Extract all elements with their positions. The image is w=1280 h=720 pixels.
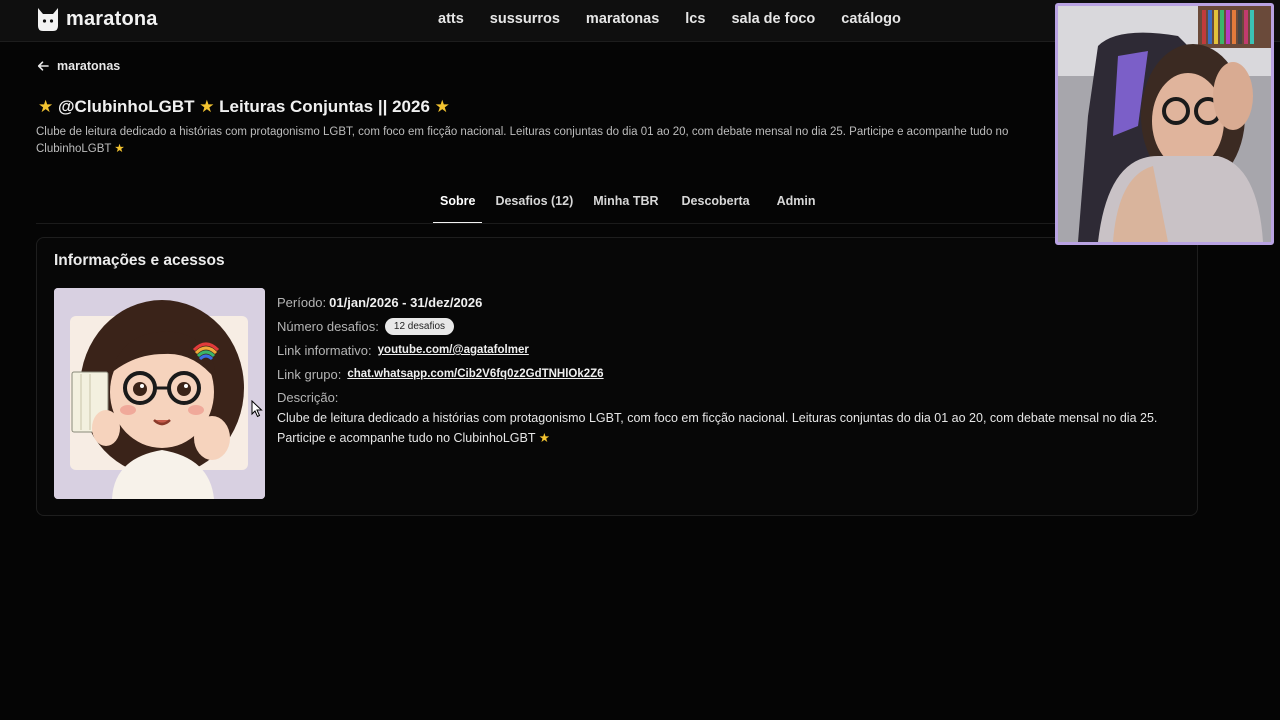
descricao-body: Clube de leitura dedicado a histórias co… [277, 411, 1158, 445]
page-subtitle: Clube de leitura dedicado a histórias co… [36, 126, 1009, 155]
arrow-left-icon [37, 61, 49, 71]
tab-desafios[interactable]: Desafios (12) [495, 194, 573, 224]
nav-item-maratonas[interactable]: maratonas [586, 11, 659, 27]
periodo-row: Período: 01/jan/2026 - 31/dez/2026 [277, 290, 1187, 314]
back-link[interactable]: maratonas [37, 59, 120, 73]
nav-item-sala-de-foco[interactable]: sala de foco [731, 11, 815, 27]
whatsapp-link[interactable]: chat.whatsapp.com/Cib2V6fq0z2GdTNHlOk2Z6 [347, 368, 603, 380]
desafios-row: Número desafios: 12 desafios [277, 314, 1187, 338]
back-link-label: maratonas [57, 59, 121, 73]
cat-logo-icon [38, 8, 58, 31]
tab-admin[interactable]: Admin [777, 194, 816, 224]
page-title-text: @ClubinhoLGBT ★ Leituras Conjuntas || 20… [57, 97, 430, 116]
club-cover-image [54, 288, 265, 499]
star-icon: ★ [38, 97, 54, 116]
logo[interactable]: maratona [36, 6, 158, 32]
page-title: ★ @ClubinhoLGBT ★ Leituras Conjuntas || … [38, 97, 450, 117]
link-info-label: Link informativo: [277, 342, 372, 358]
main-nav: atts sussurros maratonas lcs sala de foc… [438, 11, 927, 27]
nav-item-atts[interactable]: atts [438, 11, 464, 27]
link-info-row: Link informativo: youtube.com/@agatafolm… [277, 338, 1187, 362]
nav-item-lcs[interactable]: lcs [685, 11, 705, 27]
tab-divider [36, 223, 1196, 224]
star-icon: ★ [434, 97, 450, 116]
mouse-cursor-icon [251, 400, 263, 418]
nav-item-catalogo[interactable]: catálogo [841, 11, 901, 27]
info-details: Período: 01/jan/2026 - 31/dez/2026 Númer… [277, 290, 1187, 448]
link-grupo-row: Link grupo: chat.whatsapp.com/Cib2V6fq0z… [277, 362, 1187, 386]
periodo-value: 01/jan/2026 - 31/dez/2026 [329, 294, 483, 310]
info-card: Informações e acessos Período: 01/jan/20… [36, 237, 1198, 516]
tab-minha-tbr[interactable]: Minha TBR [593, 194, 658, 224]
page: maratona atts sussurros maratonas lcs sa… [0, 0, 1280, 720]
tab-descoberta[interactable]: Descoberta [682, 194, 750, 224]
descricao-label: Descrição: [277, 390, 339, 405]
nav-item-sussurros[interactable]: sussurros [490, 11, 560, 27]
youtube-link[interactable]: youtube.com/@agatafolmer [378, 344, 529, 356]
webcam-video [1058, 6, 1271, 242]
card-title: Informações e acessos [54, 252, 225, 269]
periodo-label: Período: [277, 294, 327, 310]
avatar-illustration [54, 288, 265, 499]
webcam-overlay [1055, 3, 1274, 245]
tab-bar: Sobre Desafios (12) Minha TBR Descoberta… [433, 194, 816, 224]
desafios-badge: 12 desafios [384, 317, 455, 335]
tab-sobre[interactable]: Sobre [433, 194, 483, 224]
desafios-label: Número desafios: [277, 318, 379, 334]
link-grupo-label: Link grupo: [277, 366, 342, 382]
descricao-text: Clube de leitura dedicado a histórias co… [277, 408, 1187, 448]
logo-text: maratona [66, 7, 158, 30]
